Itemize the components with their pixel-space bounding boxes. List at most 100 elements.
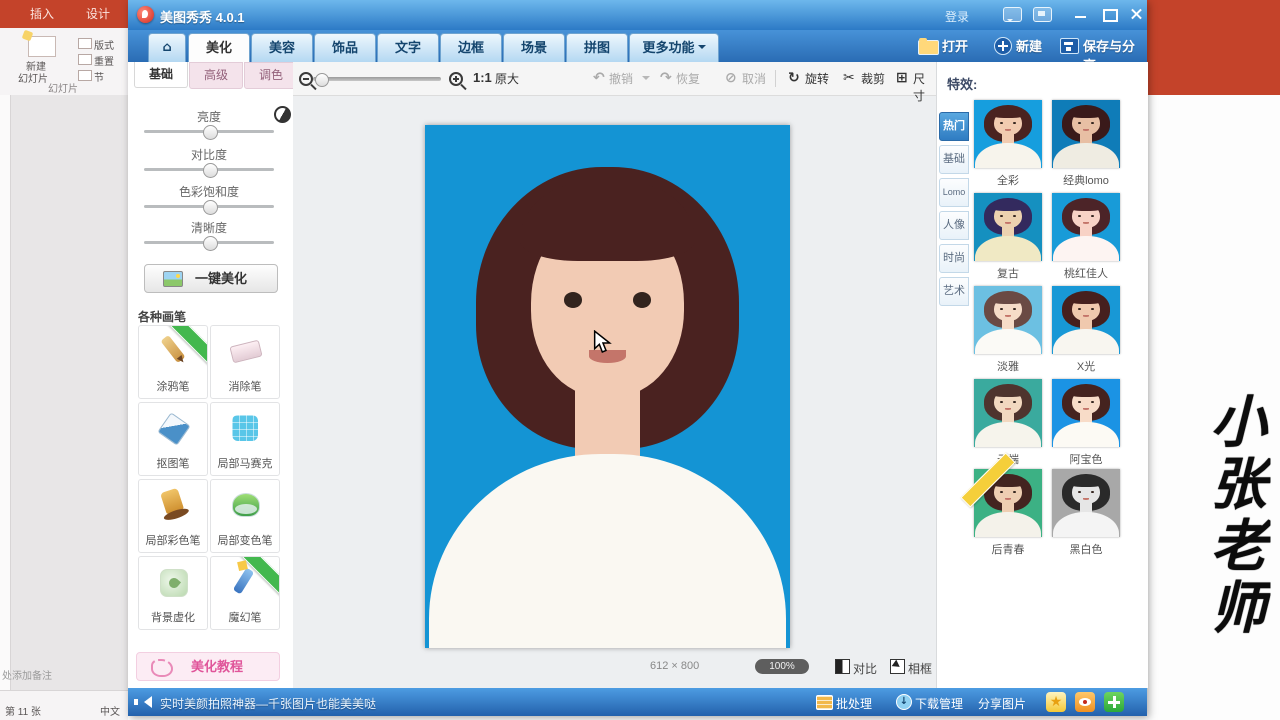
compare-reset-icon[interactable]	[274, 106, 291, 123]
frame-button[interactable]: 相框	[908, 660, 932, 677]
resize-icon[interactable]: ⊞	[896, 70, 908, 86]
brush-cutout-pen[interactable]: 抠图笔	[138, 402, 208, 476]
effect-category-portrait[interactable]: 人像	[939, 211, 969, 240]
slider-thumb[interactable]	[203, 236, 218, 251]
effect-item[interactable]: 淡雅	[974, 286, 1042, 374]
resize-button[interactable]: 尺寸	[913, 70, 936, 104]
slider-label-sharpness: 清晰度	[144, 219, 274, 236]
effect-category-fashion[interactable]: 时尚	[939, 244, 969, 273]
picture-icon	[163, 271, 183, 287]
tab-retouch[interactable]: 美容	[251, 33, 313, 62]
effect-item[interactable]: 阿宝色	[1052, 379, 1120, 467]
zoom-slider[interactable]	[313, 77, 441, 81]
slider-thumb[interactable]	[203, 125, 218, 140]
zoom-in-icon[interactable]	[449, 72, 463, 86]
brush-local-mosaic[interactable]: 局部马赛克	[210, 402, 280, 476]
cancel-button[interactable]: 取消	[742, 70, 766, 87]
new-icon	[994, 37, 1012, 55]
cutout-icon	[157, 412, 190, 445]
effect-category-art[interactable]: 艺术	[939, 277, 969, 306]
one-click-beautify-button[interactable]: 一键美化	[144, 264, 278, 293]
tab-more-functions[interactable]: 更多功能	[629, 33, 719, 62]
redo-button[interactable]: 恢复	[676, 70, 700, 87]
slider-thumb[interactable]	[203, 163, 218, 178]
minimize-button[interactable]	[1068, 6, 1094, 22]
adjust-tab-advanced[interactable]: 高级	[189, 62, 243, 89]
ppt-tab-design[interactable]: 设计	[86, 0, 110, 28]
redo-icon[interactable]: ↷	[660, 70, 672, 86]
effect-item[interactable]: 桃红佳人	[1052, 193, 1120, 281]
share-picture-button[interactable]: 分享图片	[978, 695, 1026, 712]
original-size-button[interactable]: 原大	[495, 70, 519, 87]
effect-item[interactable]: 后青春	[974, 469, 1042, 557]
brush-magic-pen[interactable]: 魔幻笔	[210, 556, 280, 630]
star-app-icon[interactable]: ★	[1046, 692, 1066, 712]
zoom-out-icon[interactable]	[299, 72, 313, 86]
brightness-slider[interactable]	[144, 130, 274, 133]
effect-label: 经典lomo	[1052, 172, 1120, 188]
ppt-ribbon: 新建 幻灯片 版式 重置 节 幻灯片	[0, 28, 128, 96]
promo-text: 实时美颜拍照神器—千张图片也能美美哒	[160, 695, 376, 712]
download-manager-button[interactable]: 下载管理	[915, 695, 963, 712]
photo-canvas[interactable]	[425, 125, 790, 648]
open-button[interactable]: 打开	[942, 36, 968, 55]
compare-button[interactable]: 对比	[853, 660, 877, 677]
effect-item[interactable]: 经典lomo	[1052, 100, 1120, 188]
ppt-tab-insert[interactable]: 插入	[30, 0, 54, 28]
add-app-icon[interactable]	[1104, 692, 1124, 712]
beautify-tutorial-button[interactable]: 美化教程	[136, 652, 280, 681]
undo-button[interactable]: 撤销	[609, 70, 633, 87]
tab-home[interactable]: ⌂	[148, 33, 186, 62]
brush-eraser-pen[interactable]: 消除笔	[210, 325, 280, 399]
brush-local-color-pen[interactable]: 局部彩色笔	[138, 479, 208, 553]
effect-category-basic[interactable]: 基础	[939, 145, 969, 174]
saturation-slider[interactable]	[144, 205, 274, 208]
rotate-button[interactable]: 旋转	[805, 70, 829, 87]
feedback-icon[interactable]	[1003, 7, 1022, 22]
camera-app-icon[interactable]	[1075, 692, 1095, 712]
tab-scene[interactable]: 场景	[503, 33, 565, 62]
effect-item[interactable]: 复古	[974, 193, 1042, 281]
undo-icon[interactable]: ↶	[593, 70, 605, 86]
adjust-tab-color[interactable]: 调色	[244, 62, 298, 89]
close-button[interactable]	[1124, 6, 1150, 22]
cancel-icon[interactable]: ⊘	[725, 70, 737, 86]
ppt-reset-button[interactable]: 重置	[94, 53, 114, 68]
contrast-slider[interactable]	[144, 168, 274, 171]
slider-thumb[interactable]	[203, 200, 218, 215]
effect-item[interactable]: 全彩	[974, 100, 1042, 188]
sharpness-slider[interactable]	[144, 241, 274, 244]
theme-icon[interactable]	[1033, 7, 1052, 22]
effect-category-hot[interactable]: 热门	[939, 112, 969, 141]
new-slide-button-line2[interactable]: 幻灯片	[18, 70, 48, 85]
tab-border[interactable]: 边框	[440, 33, 502, 62]
ppt-notes-hint[interactable]: 处添加备注	[2, 667, 52, 682]
adjust-tab-basic[interactable]: 基础	[134, 62, 188, 88]
main-tab-bar: ⌂ 美化 美容 饰品 文字 边框 场景 拼图 更多功能 打开 新建 保存与分享	[128, 30, 1147, 62]
effect-thumbnail	[1052, 379, 1120, 447]
crop-icon[interactable]: ✂	[843, 70, 855, 86]
undo-dropdown-icon[interactable]	[642, 76, 650, 84]
tab-accessories[interactable]: 饰品	[314, 33, 376, 62]
tab-beautify[interactable]: 美化	[188, 33, 250, 63]
effect-item[interactable]: 黑白色	[1052, 469, 1120, 557]
brush-doodle-pen[interactable]: 涂鸦笔	[138, 325, 208, 399]
batch-processing-button[interactable]: 批处理	[836, 695, 872, 712]
brushes-section-title: 各种画笔	[138, 308, 186, 325]
maximize-button[interactable]	[1096, 6, 1122, 22]
brush-color-change-pen[interactable]: 局部变色笔	[210, 479, 280, 553]
tab-text[interactable]: 文字	[377, 33, 439, 62]
tab-collage[interactable]: 拼图	[566, 33, 628, 62]
effect-item[interactable]: X光	[1052, 286, 1120, 374]
crop-button[interactable]: 裁剪	[861, 70, 885, 87]
new-button[interactable]: 新建	[1016, 36, 1042, 55]
rotate-icon[interactable]: ↻	[788, 70, 800, 86]
one-to-one-icon[interactable]: 1:1	[473, 70, 492, 85]
effect-category-lomo[interactable]: Lomo	[939, 178, 969, 207]
ppt-status-bar: 第 11 张 中文	[0, 690, 128, 720]
ppt-layout-button[interactable]: 版式	[94, 37, 114, 52]
brush-background-blur[interactable]: 背景虚化	[138, 556, 208, 630]
zoom-slider-thumb[interactable]	[315, 73, 329, 87]
ppt-section-button[interactable]: 节	[94, 69, 104, 84]
login-link[interactable]: 登录	[945, 8, 969, 25]
